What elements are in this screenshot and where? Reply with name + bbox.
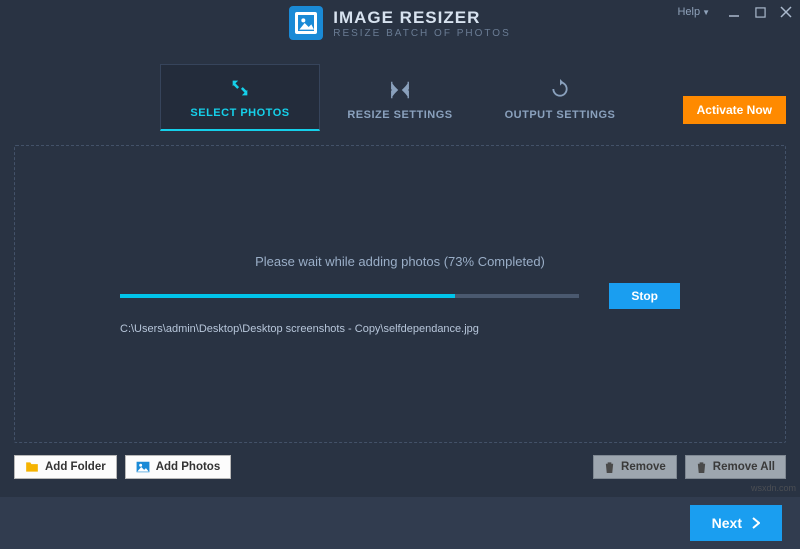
- help-menu[interactable]: Help ▼: [677, 6, 710, 18]
- tab-select-photos[interactable]: SELECT PHOTOS: [160, 64, 320, 131]
- tab-output-settings[interactable]: OUTPUT SETTINGS: [480, 67, 640, 131]
- tab-resize-settings[interactable]: RESIZE SETTINGS: [320, 67, 480, 131]
- remove-button[interactable]: Remove: [593, 455, 677, 479]
- resize-arrows-icon: [320, 79, 480, 101]
- drop-zone: Please wait while adding photos (73% Com…: [14, 145, 786, 443]
- refresh-icon: [480, 79, 640, 101]
- app-subtitle: RESIZE BATCH OF PHOTOS: [333, 28, 511, 39]
- maximize-icon[interactable]: [752, 4, 768, 20]
- current-file-path: C:\Users\admin\Desktop\Desktop screensho…: [120, 323, 680, 335]
- add-photos-button[interactable]: Add Photos: [125, 455, 232, 479]
- tab-label: OUTPUT SETTINGS: [505, 109, 616, 121]
- progress-bar: [120, 294, 579, 298]
- add-folder-button[interactable]: Add Folder: [14, 455, 117, 479]
- stop-button[interactable]: Stop: [609, 283, 680, 309]
- app-logo-block: IMAGE RESIZER RESIZE BATCH OF PHOTOS: [289, 6, 511, 40]
- tab-label: SELECT PHOTOS: [190, 107, 289, 119]
- footer-bar: Next: [0, 497, 800, 549]
- chevron-down-icon: ▼: [702, 8, 710, 17]
- chevron-right-icon: [752, 517, 760, 529]
- expand-arrows-icon: [161, 77, 319, 99]
- next-button[interactable]: Next: [690, 505, 782, 541]
- button-label: Add Folder: [45, 461, 106, 473]
- tab-bar: SELECT PHOTOS RESIZE SETTINGS OUTPUT SET…: [0, 64, 800, 131]
- app-title: IMAGE RESIZER: [333, 8, 511, 28]
- progress-fill: [120, 294, 455, 298]
- button-label: Remove All: [713, 461, 775, 473]
- tab-label: RESIZE SETTINGS: [347, 109, 452, 121]
- photo-icon: [136, 461, 150, 473]
- button-label: Remove: [621, 461, 666, 473]
- help-label: Help: [677, 6, 700, 18]
- trash-icon: [604, 461, 615, 473]
- minimize-icon[interactable]: [726, 4, 742, 20]
- folder-icon: [25, 461, 39, 473]
- remove-all-button[interactable]: Remove All: [685, 455, 786, 479]
- activate-button[interactable]: Activate Now: [683, 96, 786, 124]
- progress-message: Please wait while adding photos (73% Com…: [120, 254, 680, 269]
- app-logo-icon: [289, 6, 323, 40]
- button-label: Next: [712, 515, 742, 531]
- watermark: wsxdn.com: [751, 483, 796, 493]
- trash-icon: [696, 461, 707, 473]
- button-label: Add Photos: [156, 461, 221, 473]
- close-icon[interactable]: [778, 4, 794, 20]
